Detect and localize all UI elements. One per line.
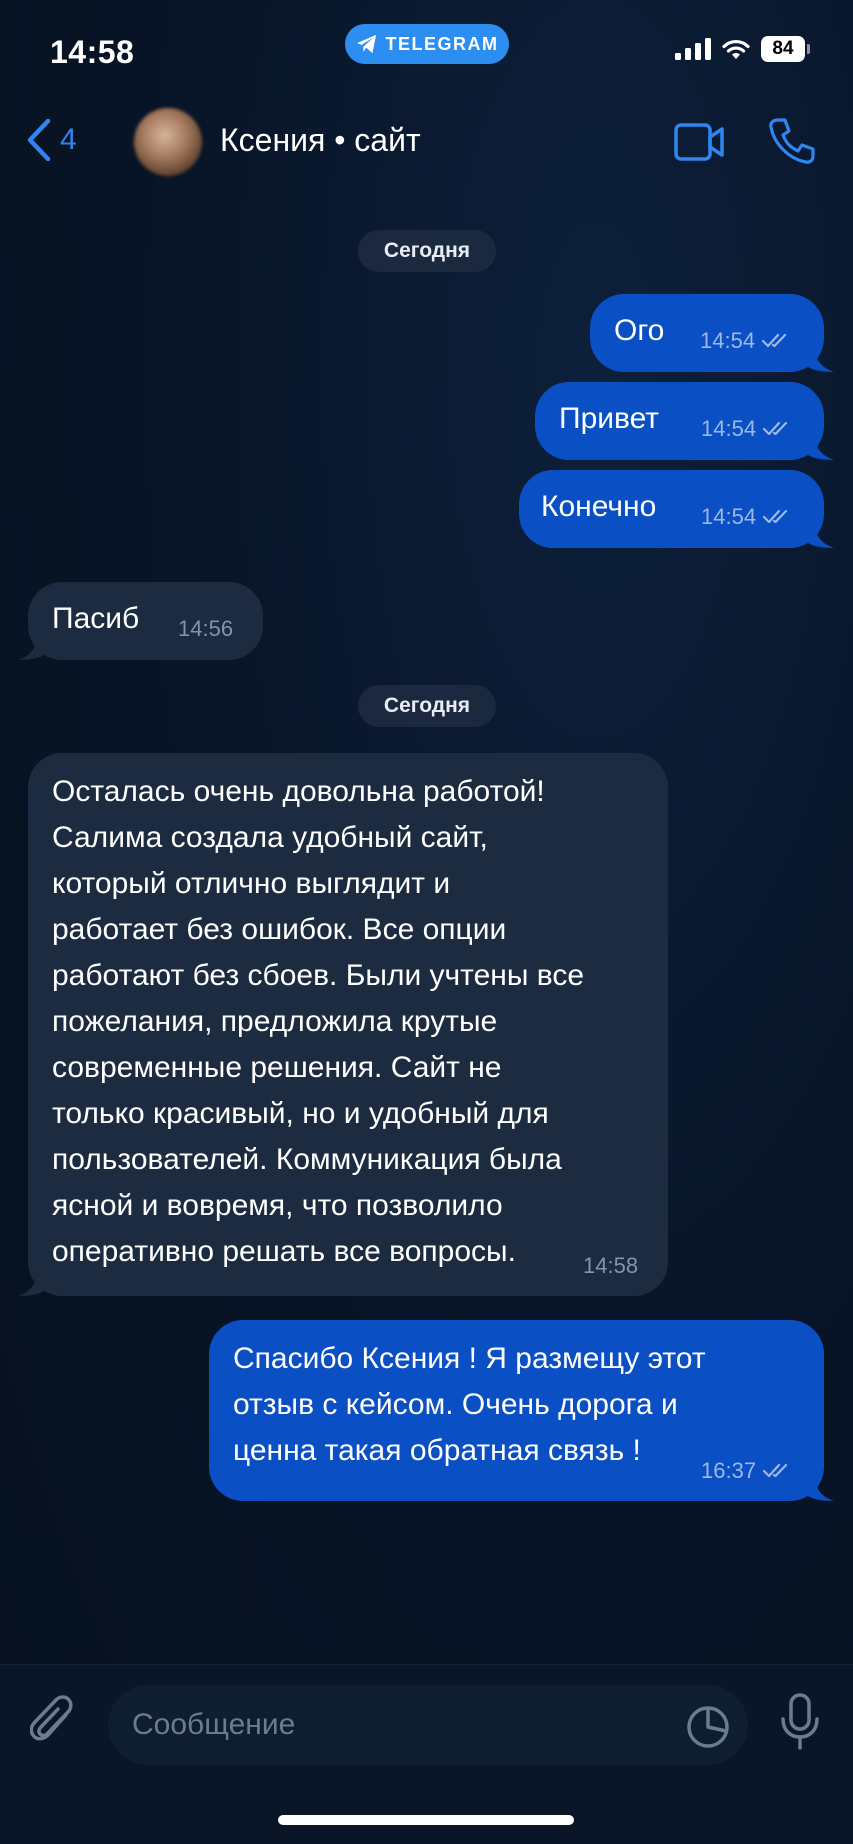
double-check-icon xyxy=(762,421,788,436)
message-time: 14:54 xyxy=(701,504,757,529)
date-separator: Сегодня xyxy=(358,685,496,727)
chat-title[interactable]: Ксения • сайт xyxy=(220,122,421,159)
microphone-icon xyxy=(781,1693,819,1750)
bubble-tail xyxy=(804,518,834,548)
message-text: Конечно xyxy=(541,490,657,523)
message-bubble-incoming[interactable]: Осталась очень довольна работой! Салима … xyxy=(18,753,668,1296)
telegram-pill[interactable]: TELEGRAM xyxy=(345,24,509,64)
status-time: 14:58 xyxy=(50,34,135,70)
date-separator: Сегодня xyxy=(358,230,496,272)
message-meta: 14:54 xyxy=(701,504,792,530)
message-time: 14:54 xyxy=(700,328,756,353)
bubble-tail xyxy=(18,1266,48,1296)
avatar[interactable] xyxy=(134,108,202,176)
bubble-tail xyxy=(18,630,48,660)
telegram-pill-label: TELEGRAM xyxy=(385,33,499,54)
phone-icon xyxy=(769,118,815,164)
message-text: Спасибо Ксения ! Я размещу этот отзыв с … xyxy=(233,1342,706,1467)
battery-indicator: 84 xyxy=(761,36,810,62)
double-check-icon xyxy=(761,333,787,348)
composer-bar xyxy=(0,1664,853,1844)
video-camera-icon xyxy=(674,123,724,161)
wifi-icon xyxy=(722,39,750,59)
message-input[interactable] xyxy=(108,1685,748,1765)
message-text: Осталась очень довольна работой! Салима … xyxy=(52,775,585,1268)
message-bubble-outgoing[interactable]: Конечно 14:54 xyxy=(519,470,834,548)
double-check-icon xyxy=(762,1463,788,1478)
attach-button[interactable] xyxy=(29,1693,76,1754)
voice-call-button[interactable] xyxy=(768,116,816,171)
chat-header: 4 Ксения • сайт xyxy=(0,100,853,184)
paperclip-icon xyxy=(29,1695,73,1741)
unread-count: 4 xyxy=(60,123,77,156)
message-time: 14:58 xyxy=(583,1253,639,1278)
chevron-left-icon xyxy=(27,118,51,162)
message-time: 14:56 xyxy=(178,616,234,641)
home-indicator[interactable] xyxy=(278,1815,574,1825)
message-meta: 14:56 xyxy=(178,616,233,642)
message-text: Пасиб xyxy=(52,602,140,635)
message-bubble-outgoing[interactable]: Ого 14:54 xyxy=(590,294,834,372)
message-meta: 14:54 xyxy=(700,328,791,354)
back-button[interactable]: 4 xyxy=(26,118,77,162)
message-bubble-outgoing[interactable]: Спасибо Ксения ! Я размещу этот отзыв с … xyxy=(209,1320,834,1501)
message-meta: 14:58 xyxy=(583,1253,638,1279)
system-icons: 84 xyxy=(675,36,810,62)
telegram-plane-icon xyxy=(356,34,376,54)
message-text: Ого xyxy=(614,314,665,347)
message-text: Привет xyxy=(559,402,660,435)
voice-message-button[interactable] xyxy=(780,1693,820,1756)
signal-icon xyxy=(675,38,711,60)
sticker-button[interactable] xyxy=(686,1705,730,1754)
double-check-icon xyxy=(762,509,788,524)
bubble-tail xyxy=(804,430,834,460)
sticker-icon xyxy=(687,1706,729,1748)
message-meta: 16:37 xyxy=(701,1458,792,1484)
message-bubble-incoming[interactable]: Пасиб 14:56 xyxy=(18,582,263,660)
status-bar: 14:58 TELEGRAM 84 xyxy=(0,0,853,100)
bubble-tail xyxy=(804,1471,834,1501)
video-call-button[interactable] xyxy=(674,120,726,169)
message-time: 16:37 xyxy=(701,1458,757,1483)
message-bubble-outgoing[interactable]: Привет 14:54 xyxy=(535,382,834,460)
message-meta: 14:54 xyxy=(701,416,792,442)
message-time: 14:54 xyxy=(701,416,757,441)
bubble-tail xyxy=(804,342,834,372)
